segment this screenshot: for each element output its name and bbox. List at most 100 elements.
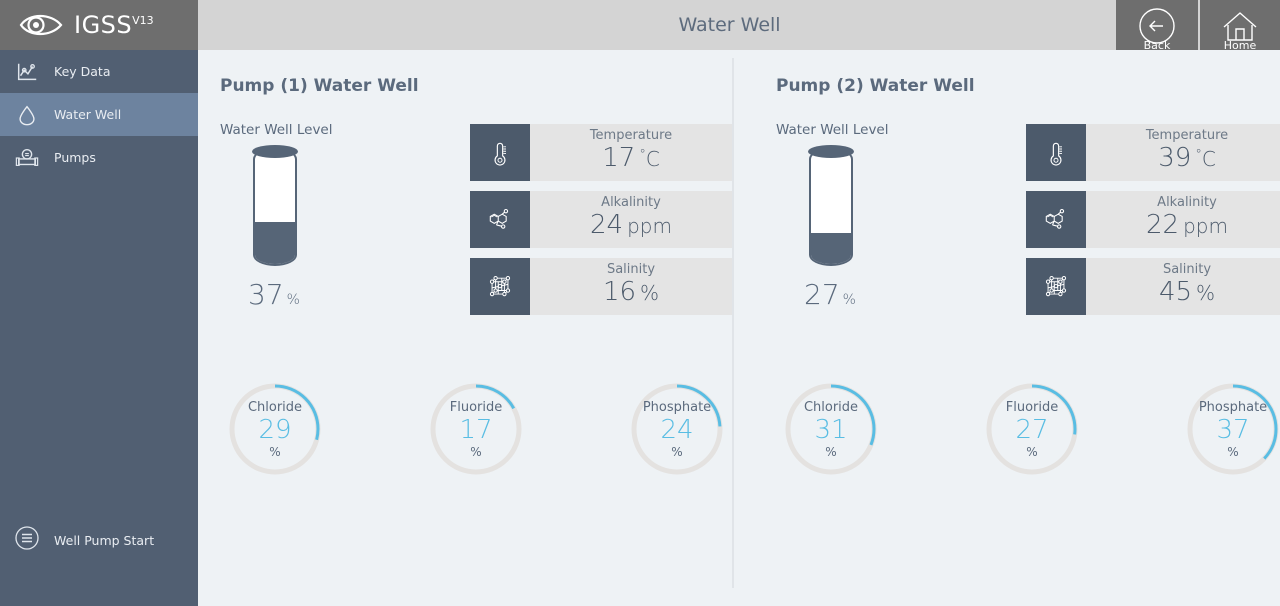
tank-column: Water Well Level 37% [220,122,470,325]
tile-value: 22 ppm [1146,209,1228,241]
tile-value-number: 17 [602,142,636,173]
panel-divider [732,58,734,588]
gauge-phosphate[interactable]: Phosphate 24 % [628,380,726,478]
tile-value-number: 39 [1158,142,1192,173]
gauge-fluoride[interactable]: Fluoride 27 % [983,380,1081,478]
measurement-tile-alkalinity[interactable]: Alkalinity 24 ppm [470,191,732,248]
tile-value: 24 ppm [590,209,672,241]
lattice-icon [470,258,530,315]
tank-body [809,148,853,266]
tile-label: Temperature [589,128,673,144]
measurement-tile-temperature[interactable]: Temperature 39 °C [1026,124,1280,181]
sidebar-item-label: Key Data [54,64,111,79]
pump-2-panel: Pump (2) Water Well Water Well Level 27% [776,50,1280,475]
back-button[interactable]: Back [1116,0,1198,52]
measurement-tile-alkalinity[interactable]: Alkalinity 22 ppm [1026,191,1280,248]
tank-value: 37% [248,278,470,311]
tank-value-number: 27 [804,278,840,311]
gauge-label: Fluoride [449,400,503,416]
tile-body: Salinity 45% [1086,258,1280,315]
gauge-value: 31 [814,414,848,445]
sidebar: IGSSV13 Key Data Water Well Pumps Well P… [0,0,198,606]
tank-value-unit: % [286,292,300,308]
brand-label: IGSS [74,11,133,39]
pump-1-panel: Pump (1) Water Well Water Well Level 37% [220,50,732,475]
well-pump-start-label: Well Pump Start [54,532,155,548]
gauge-unit: % [825,444,837,459]
measurement-tile-temperature[interactable]: Temperature 17 °C [470,124,732,181]
sidebar-item-water-well[interactable]: Water Well [0,93,198,136]
tank-cap [808,145,854,158]
molecule-icon [1026,191,1086,248]
sidebar-item-label: Water Well [54,107,122,122]
tile-value: 16% [603,277,660,308]
gauge-label: Chloride [247,400,303,416]
molecule-icon [470,191,530,248]
gauge-unit: % [1227,444,1239,459]
tile-value-number: 22 [1146,209,1180,240]
thermometer-icon [1026,124,1086,181]
top-bar: Water Well Back Home [198,0,1280,52]
measurement-tiles: Temperature 17 °C Alkalinity 24 ppm Sali… [470,122,732,325]
gauge-text: Fluoride 17 % [427,380,525,478]
gauge-value: 29 [258,414,292,445]
tank-value-number: 37 [248,278,284,311]
tile-label: Alkalinity [601,195,661,211]
tank-cap [252,145,298,158]
tank-label: Water Well Level [220,122,333,138]
measurement-tile-salinity[interactable]: Salinity 45% [1026,258,1280,315]
tile-value-unit: ppm [1183,213,1228,238]
tile-value-number: 24 [590,209,624,240]
tile-value-unit: % [640,280,660,305]
brand-version: V13 [132,14,154,27]
gauge-chloride[interactable]: Chloride 31 % [782,380,880,478]
main-content: Pump (1) Water Well Water Well Level 37% [198,50,1280,606]
gauge-unit: % [1026,444,1038,459]
tile-value-unit: °C [639,146,660,171]
tile-body: Alkalinity 24 ppm [530,191,732,248]
gauge-text: Chloride 31 % [782,380,880,478]
gauge-text: Phosphate 24 % [628,380,726,478]
pump-icon [14,145,40,171]
tile-label: Salinity [1162,262,1212,278]
sidebar-item-label: Pumps [54,150,96,165]
gauge-label: Phosphate [1198,400,1268,416]
panel-title: Pump (2) Water Well [776,76,975,96]
tile-body: Temperature 39 °C [1086,124,1280,181]
gauge-group: Chloride 29 % Fluoride 17 % Phosphate 24… [220,380,732,478]
gauge-value: 24 [660,414,694,445]
tank-body [253,148,297,266]
gauge-fluoride[interactable]: Fluoride 17 % [427,380,525,478]
eye-icon [18,10,64,40]
droplet-icon [14,102,40,128]
tank-label: Water Well Level [776,122,889,138]
tile-value-unit: ppm [627,213,672,238]
gauge-unit: % [470,444,482,459]
gauge-phosphate[interactable]: Phosphate 37 % [1184,380,1280,478]
gauge-value: 17 [459,414,493,445]
panel-row: Water Well Level 37% Temperature 17 °C A… [220,122,732,325]
tile-value: 45% [1159,277,1215,308]
water-well-tank [252,145,298,266]
brand-name: IGSSV13 [74,13,154,37]
tile-label: Salinity [606,262,656,278]
menu-circle-icon [14,525,40,555]
gauge-label: Fluoride [1005,400,1059,416]
brand-logo: IGSSV13 [0,0,198,50]
panel-row: Water Well Level 27% Temperature 39 °C A… [776,122,1280,325]
tank-fill [255,221,295,264]
gauge-value: 37 [1216,414,1250,445]
sidebar-item-pumps[interactable]: Pumps [0,136,198,179]
tank-column: Water Well Level 27% [776,122,1026,325]
tank-value: 27% [804,278,1026,311]
gauge-text: Fluoride 27 % [983,380,1081,478]
gauge-text: Phosphate 37 % [1184,380,1280,478]
panel-title: Pump (1) Water Well [220,76,419,96]
well-pump-start-button[interactable]: Well Pump Start [0,520,198,560]
gauge-unit: % [671,444,683,459]
measurement-tile-salinity[interactable]: Salinity 16% [470,258,732,315]
tile-body: Alkalinity 22 ppm [1086,191,1280,248]
home-button[interactable]: Home [1198,0,1280,52]
gauge-chloride[interactable]: Chloride 29 % [226,380,324,478]
sidebar-item-key-data[interactable]: Key Data [0,50,198,93]
